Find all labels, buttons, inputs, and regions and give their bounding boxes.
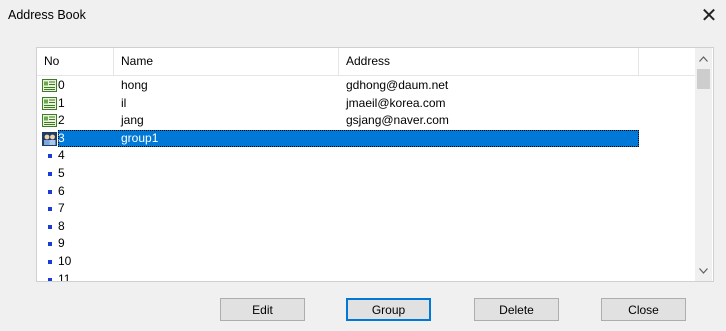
bullet-icon <box>48 171 52 176</box>
contact-card-icon <box>42 96 57 110</box>
close-button[interactable]: Close <box>601 298 686 321</box>
cell-no: 5 <box>58 165 65 180</box>
address-list[interactable]: No Name Address 0 hong gdhong@daum.net 1 il j… <box>36 47 714 282</box>
column-header-no[interactable]: No <box>37 48 114 75</box>
cell-no: 1 <box>58 95 65 110</box>
cell-no: 7 <box>58 201 65 216</box>
list-row[interactable]: 6 <box>37 183 695 201</box>
list-row[interactable]: 9 <box>37 235 695 253</box>
cell-no: 2 <box>58 113 65 128</box>
scroll-up-icon[interactable] <box>695 50 712 67</box>
scroll-thumb[interactable] <box>697 69 710 89</box>
list-row[interactable]: 10 <box>37 253 695 271</box>
bullet-icon <box>48 242 52 247</box>
cell-no: 8 <box>58 218 65 233</box>
scroll-down-icon[interactable] <box>695 262 712 279</box>
list-row[interactable]: 4 <box>37 147 695 165</box>
group-button[interactable]: Group <box>346 298 431 321</box>
bullet-icon <box>48 154 52 159</box>
bullet-icon <box>48 277 52 281</box>
vertical-scrollbar[interactable] <box>695 48 712 281</box>
cell-no: 11 <box>58 271 71 282</box>
list-row[interactable]: 2 jang gsjang@naver.com <box>37 112 695 130</box>
bullet-icon <box>48 259 52 264</box>
cell-no: 3 <box>58 130 65 145</box>
bullet-icon <box>48 189 52 194</box>
list-header: No Name Address <box>37 48 695 76</box>
column-header-address[interactable]: Address <box>339 48 639 75</box>
cell-name: il <box>121 95 127 110</box>
group-icon <box>42 131 57 146</box>
cell-name: hong <box>121 78 148 92</box>
list-row[interactable]: 8 <box>37 218 695 236</box>
list-row[interactable]: 1 il jmaeil@korea.com <box>37 95 695 113</box>
cell-name: jang <box>121 113 144 128</box>
list-row[interactable]: 5 <box>37 165 695 183</box>
edit-button[interactable]: Edit <box>220 298 305 321</box>
list-row[interactable]: 11 <box>37 271 695 282</box>
bullet-icon <box>48 207 52 212</box>
list-rows: 0 hong gdhong@daum.net 1 il jmaeil@korea.com 2… <box>37 77 695 282</box>
cell-no: 6 <box>58 183 65 198</box>
column-header-name[interactable]: Name <box>114 48 339 75</box>
list-row[interactable]: 7 <box>37 200 695 218</box>
cell-address: jmaeil@korea.com <box>346 95 446 110</box>
cell-no: 0 <box>58 78 65 92</box>
delete-button[interactable]: Delete <box>474 298 559 321</box>
contact-card-icon <box>42 79 57 92</box>
cell-address: gsjang@naver.com <box>346 113 449 128</box>
contact-card-icon <box>42 114 57 128</box>
list-row[interactable]: 0 hong gdhong@daum.net <box>37 77 695 95</box>
list-row[interactable]: 3 group1 <box>37 129 695 148</box>
bullet-icon <box>48 224 52 229</box>
dialog-title: Address Book <box>8 8 86 22</box>
cell-no: 9 <box>58 236 65 251</box>
cell-no: 4 <box>58 148 65 163</box>
cell-no: 10 <box>58 253 72 268</box>
cell-address: gdhong@daum.net <box>346 78 449 92</box>
cell-name: group1 <box>121 130 159 145</box>
close-icon[interactable]: ✕ <box>698 4 720 27</box>
